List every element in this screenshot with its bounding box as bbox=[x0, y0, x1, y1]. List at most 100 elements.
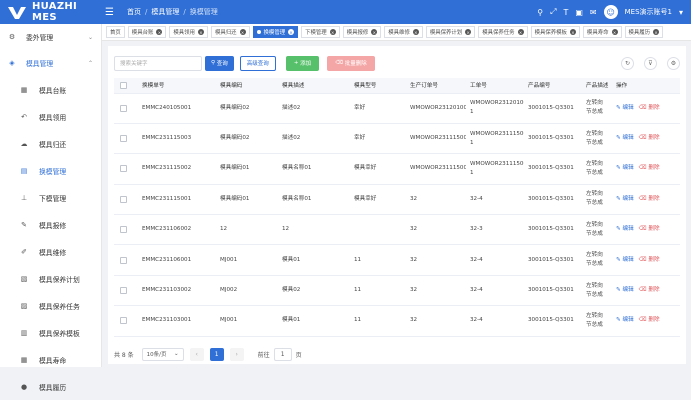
table-row[interactable]: EMMC231106002 12 12 32 32-3 3001015-Q3301 左转向节… bbox=[114, 214, 680, 246]
font-size-icon[interactable]: T bbox=[563, 8, 568, 17]
table-row[interactable]: EMMC231103001 MJ001 模具01 11 32 32-4 3001015-Q3… bbox=[114, 305, 680, 337]
avatar[interactable]: ☺ bbox=[603, 5, 618, 19]
settings-icon[interactable]: ⚙ bbox=[667, 56, 680, 70]
edit-button[interactable]: ✎ 编辑 bbox=[616, 104, 634, 113]
tab-maintenance-template[interactable]: 模具保养模板 × bbox=[530, 26, 580, 38]
row-checkbox[interactable] bbox=[120, 104, 127, 112]
row-select-cell[interactable] bbox=[114, 214, 138, 246]
delete-button[interactable]: ⌫ 删除 bbox=[639, 256, 660, 265]
table-row[interactable]: EMMC240105001 模具编码02 描述02 幸好 WMOWOR231201001… bbox=[114, 93, 680, 124]
sidebar-item-outsourcing[interactable]: ⚙ 委外管理 ⌄ bbox=[0, 24, 101, 50]
sidebar-item-maintenance-task[interactable]: ▨ 模具保养任务 bbox=[0, 292, 101, 319]
tab-unload-mold[interactable]: 下模管理 × bbox=[301, 26, 340, 38]
search-input[interactable]: 搜索关键字 bbox=[114, 55, 202, 71]
sidebar-item-ledger[interactable]: ▦ 模具台账 bbox=[0, 76, 101, 103]
sidebar-item-change-mold[interactable]: ▤ 换模管理 bbox=[0, 157, 101, 184]
table-row[interactable]: EMMC231106001 MJ001 模具01 11 32 32-4 3001015-Q3… bbox=[114, 244, 680, 276]
delete-button[interactable]: ⌫ 删除 bbox=[639, 195, 660, 204]
delete-button[interactable]: ⌫ 删除 bbox=[639, 286, 660, 295]
sidebar-item-life[interactable]: ▦ 模具寿命 bbox=[0, 346, 101, 373]
tab-mold-ledger[interactable]: 模具台账 × bbox=[127, 26, 167, 38]
close-icon[interactable]: × bbox=[653, 29, 660, 35]
row-select-cell[interactable] bbox=[114, 275, 138, 307]
filter-icon[interactable]: ⊽ bbox=[644, 56, 657, 70]
tab-report-repair[interactable]: 模具报修 × bbox=[342, 26, 382, 38]
sidebar-item-history[interactable]: ● 模具履历 bbox=[0, 373, 101, 400]
delete-button[interactable]: ⌫ 删除 bbox=[639, 104, 660, 113]
query-button[interactable]: ⚲ 查询 bbox=[205, 55, 234, 71]
tab-mold-history[interactable]: 模具履历 × bbox=[624, 26, 664, 38]
close-icon[interactable]: × bbox=[371, 29, 378, 35]
delete-button[interactable]: ⌫ 删除 bbox=[639, 316, 660, 325]
row-select-cell[interactable] bbox=[114, 123, 138, 155]
tab-repair[interactable]: 模具维修 × bbox=[384, 26, 423, 38]
delete-button[interactable]: ⌫ 删除 bbox=[639, 225, 660, 234]
edit-button[interactable]: ✎ 编辑 bbox=[616, 164, 634, 173]
chevron-down-icon[interactable]: ▾ bbox=[679, 8, 683, 17]
close-icon[interactable]: × bbox=[156, 29, 163, 35]
row-select-cell[interactable] bbox=[114, 184, 138, 216]
breadcrumb-mold[interactable]: 模具管理 bbox=[151, 7, 179, 17]
goto-page-input[interactable]: 1 bbox=[273, 347, 292, 361]
tab-home[interactable]: 首页 bbox=[106, 26, 125, 38]
close-icon[interactable]: × bbox=[197, 29, 204, 35]
row-checkbox[interactable] bbox=[120, 165, 127, 173]
row-select-cell[interactable] bbox=[114, 93, 138, 124]
row-checkbox[interactable] bbox=[120, 287, 127, 295]
tab-maintenance-plan[interactable]: 模具保养计划 × bbox=[425, 26, 476, 38]
sidebar-item-mold[interactable]: ◈ 模具管理 ⌃ bbox=[0, 50, 101, 76]
close-icon[interactable]: × bbox=[517, 29, 524, 35]
close-icon[interactable]: × bbox=[288, 29, 295, 35]
user-name[interactable]: MES演示账号1 bbox=[625, 7, 672, 17]
row-checkbox[interactable] bbox=[120, 135, 127, 143]
edit-button[interactable]: ✎ 编辑 bbox=[616, 195, 634, 204]
row-select-cell[interactable] bbox=[114, 305, 138, 337]
tab-mold-receive[interactable]: 模具领用 × bbox=[169, 26, 208, 38]
message-icon[interactable]: ✉ bbox=[590, 8, 597, 17]
table-row[interactable]: EMMC231115003 模具编码02 描述02 幸好 WMOWOR231115001… bbox=[114, 123, 680, 155]
row-checkbox[interactable] bbox=[120, 317, 127, 325]
sidebar-item-return[interactable]: ☁ 模具归还 bbox=[0, 130, 101, 157]
tab-mold-return[interactable]: 模具归还 × bbox=[210, 26, 250, 38]
search-icon[interactable]: ⚲ bbox=[537, 8, 543, 17]
add-button[interactable]: + 添加 bbox=[285, 55, 320, 71]
row-select-cell[interactable] bbox=[114, 153, 138, 185]
close-icon[interactable]: × bbox=[329, 29, 336, 35]
sidebar-item-report-repair[interactable]: ✎ 模具报修 bbox=[0, 211, 101, 238]
row-checkbox[interactable] bbox=[120, 226, 127, 234]
prev-page-button[interactable]: ‹ bbox=[189, 347, 204, 361]
tab-mold-life[interactable]: 模具寿命 × bbox=[582, 26, 622, 38]
page-size-select[interactable]: 10条/页 ⌄ bbox=[141, 347, 184, 361]
row-checkbox[interactable] bbox=[120, 195, 127, 203]
row-select-cell[interactable] bbox=[114, 244, 138, 276]
edit-button[interactable]: ✎ 编辑 bbox=[616, 256, 634, 265]
edit-button[interactable]: ✎ 编辑 bbox=[616, 225, 634, 234]
sidebar-item-maintenance-plan[interactable]: ▧ 模具保养计划 bbox=[0, 265, 101, 292]
sidebar-item-receive[interactable]: ↶ 模具领用 bbox=[0, 103, 101, 130]
delete-button[interactable]: ⌫ 删除 bbox=[639, 164, 660, 173]
row-checkbox[interactable] bbox=[120, 256, 127, 264]
close-icon[interactable]: × bbox=[465, 29, 472, 35]
fullscreen-icon[interactable]: ⤢ bbox=[550, 7, 556, 17]
edit-button[interactable]: ✎ 编辑 bbox=[616, 134, 634, 143]
table-row[interactable]: EMMC231115001 模具编码01 模具名称01 模具幸好 32 32-4 30010… bbox=[114, 184, 680, 216]
table-row[interactable]: EMMC231103002 MJ002 模具02 11 32 32-4 3001015-Q3… bbox=[114, 275, 680, 307]
tab-change-mold[interactable]: 换模管理 × bbox=[252, 26, 299, 38]
batch-delete-button[interactable]: ⌫ 批量删除 bbox=[327, 55, 375, 71]
delete-button[interactable]: ⌫ 删除 bbox=[639, 134, 660, 143]
advanced-query-button[interactable]: 高级查询 bbox=[239, 55, 276, 71]
breadcrumb-home[interactable]: 首页 bbox=[127, 7, 141, 17]
close-icon[interactable]: × bbox=[239, 29, 246, 35]
refresh-icon[interactable]: ↻ bbox=[621, 56, 634, 70]
sidebar-item-unload-mold[interactable]: ⊥ 下模管理 bbox=[0, 184, 101, 211]
next-page-button[interactable]: › bbox=[229, 347, 244, 361]
page-number[interactable]: 1 bbox=[209, 347, 224, 361]
edit-button[interactable]: ✎ 编辑 bbox=[616, 316, 634, 325]
close-icon[interactable]: × bbox=[569, 29, 576, 35]
close-icon[interactable]: × bbox=[412, 29, 419, 35]
table-row[interactable]: EMMC231115002 模具编码01 模具名称01 模具幸好 WMOWOR23111… bbox=[114, 153, 680, 185]
tab-maintenance-task[interactable]: 模具保养任务 × bbox=[478, 26, 528, 38]
menu-toggle-icon[interactable]: ☰ bbox=[105, 7, 119, 18]
layout-icon[interactable]: ▣ bbox=[575, 8, 583, 17]
select-all-checkbox[interactable] bbox=[120, 81, 127, 89]
